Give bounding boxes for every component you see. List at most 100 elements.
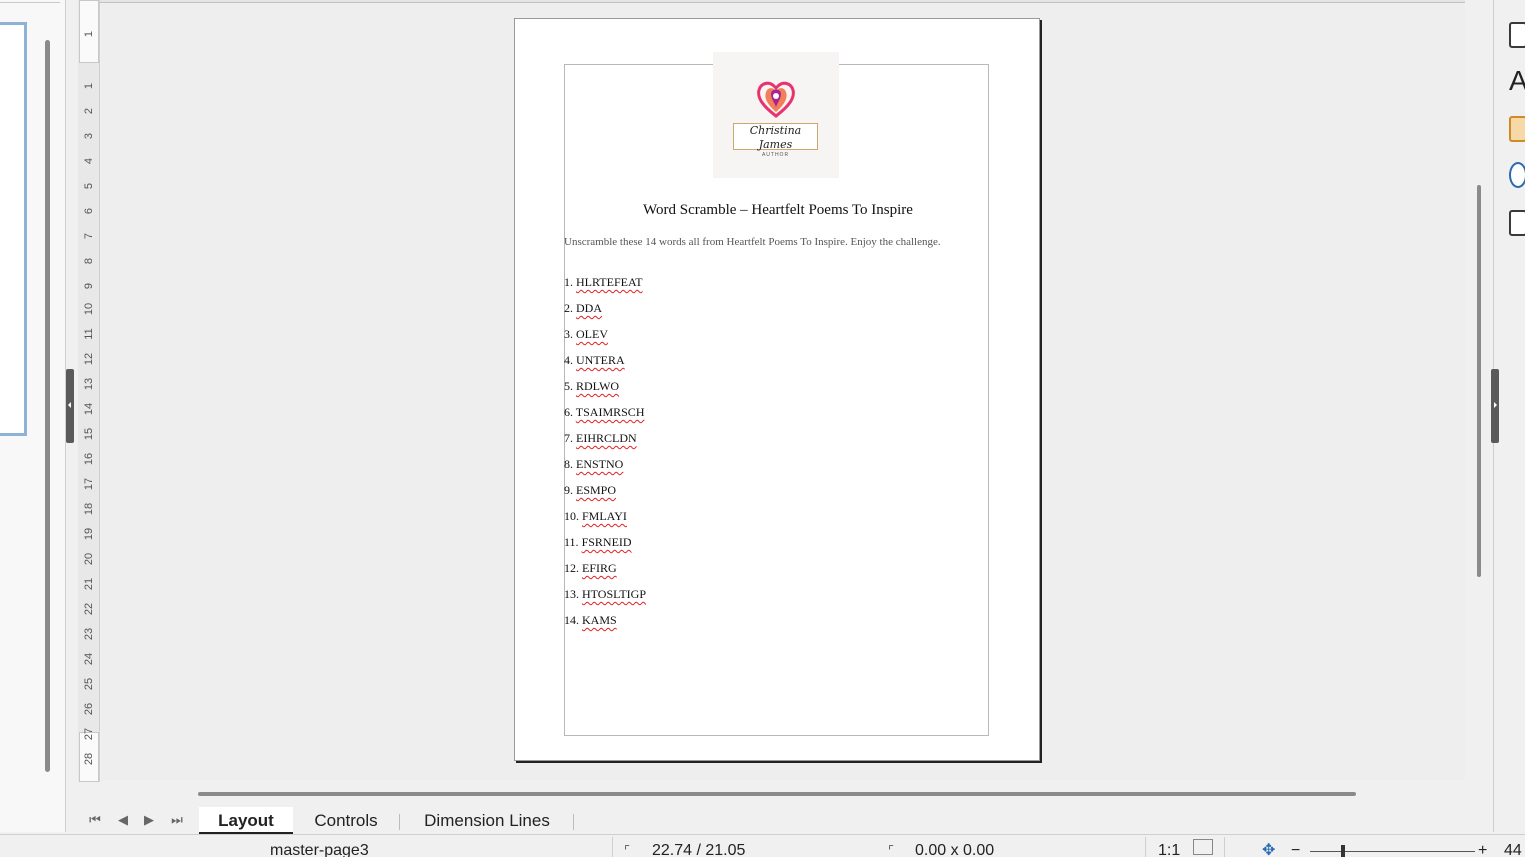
ruler-label: 1 — [83, 82, 95, 90]
document-subtitle[interactable]: Unscramble these 14 words all from Heart… — [564, 236, 941, 248]
word-item[interactable]: 10. FMLAYI — [564, 509, 646, 535]
ruler-label: 25 — [83, 677, 95, 691]
next-tab-icon[interactable]: ▶ — [142, 812, 156, 828]
scrambled-word: KAMS — [582, 613, 617, 627]
word-number: 8. — [564, 457, 573, 471]
word-number: 9. — [564, 483, 573, 497]
ruler-label: 16 — [83, 452, 95, 466]
fit-page-icon[interactable]: ✥ — [1262, 842, 1275, 857]
word-number: 3. — [564, 327, 573, 341]
status-separator — [612, 837, 613, 857]
document-title[interactable]: Word Scramble – Heartfelt Poems To Inspi… — [515, 202, 1041, 219]
status-separator — [1145, 837, 1146, 857]
word-item[interactable]: 9. ESMPO — [564, 483, 646, 509]
zoom-slider-track[interactable] — [1310, 851, 1475, 852]
canvas-horizontal-scrollbar[interactable] — [198, 792, 1356, 796]
scrambled-word: TSAIMRSCH — [575, 405, 645, 419]
zoom-out-icon[interactable]: − — [1291, 842, 1300, 857]
ruler-label: 22 — [83, 602, 95, 616]
scrambled-word: UNTERA — [576, 353, 625, 367]
ruler-label: 7 — [83, 232, 95, 240]
ruler-label: 6 — [83, 207, 95, 215]
tab-dimension-lines[interactable]: Dimension Lines — [412, 807, 562, 835]
horizontal-ruler[interactable] — [100, 0, 1465, 3]
scrambled-word: ENSTNO — [576, 457, 624, 471]
slide-thumbnail[interactable] — [0, 22, 27, 436]
scrambled-word: ESMPO — [576, 483, 617, 497]
ruler-label: 15 — [83, 427, 95, 441]
word-number: 6. — [564, 405, 573, 419]
author-logo[interactable]: Christina James AUTHOR — [713, 52, 839, 178]
tab-layout[interactable]: Layout — [199, 807, 293, 835]
properties-icon[interactable] — [1509, 22, 1525, 48]
zoom-slider-thumb[interactable] — [1341, 845, 1345, 857]
document-page[interactable]: Christina James AUTHOR Word Scramble – H… — [514, 18, 1040, 761]
ruler-label: 10 — [83, 302, 95, 316]
word-item[interactable]: 4. UNTERA — [564, 353, 646, 379]
word-item[interactable]: 11. FSRNEID — [564, 535, 646, 561]
document-modified-icon[interactable] — [1193, 839, 1213, 855]
word-item[interactable]: 13. HTOSLTIGP — [564, 587, 646, 613]
ruler-label: 19 — [83, 527, 95, 541]
canvas-vertical-scrollbar[interactable] — [1477, 185, 1481, 577]
ruler-label: 21 — [83, 577, 95, 591]
word-number: 14. — [564, 613, 579, 627]
ruler-label: 28 — [83, 752, 95, 766]
word-item[interactable]: 8. ENSTNO — [564, 457, 646, 483]
pane-header-line — [0, 0, 60, 3]
word-item[interactable]: 2. DDA — [564, 301, 646, 327]
master-page-name[interactable]: master-page3 — [270, 842, 369, 857]
word-number: 11. — [564, 535, 579, 549]
word-number: 12. — [564, 561, 579, 575]
ruler-label: 1 — [83, 30, 95, 38]
word-item[interactable]: 6. TSAIMRSCH — [564, 405, 646, 431]
scrambled-word: HLRTEFEAT — [576, 275, 643, 289]
tab-separator — [573, 814, 574, 830]
scrambled-word: HTOSLTIGP — [582, 587, 647, 601]
word-number: 7. — [564, 431, 573, 445]
styles-icon[interactable]: A — [1509, 67, 1525, 95]
slide-pane-scrollbar[interactable] — [45, 40, 50, 772]
scrambled-word: RDLWO — [576, 379, 620, 393]
collapse-right-pane-button[interactable] — [1491, 369, 1499, 443]
word-item[interactable]: 12. EFIRG — [564, 561, 646, 587]
ruler-label: 8 — [83, 257, 95, 265]
ruler-label: 26 — [83, 702, 95, 716]
word-number: 1. — [564, 275, 573, 289]
ruler-label: 23 — [83, 627, 95, 641]
word-item[interactable]: 3. OLEV — [564, 327, 646, 353]
logo-plate: Christina James AUTHOR — [733, 123, 818, 158]
gallery-icon[interactable] — [1509, 116, 1525, 142]
word-item[interactable]: 5. RDLWO — [564, 379, 646, 405]
word-item[interactable]: 1. HLRTEFEAT — [564, 275, 646, 301]
word-number: 5. — [564, 379, 573, 393]
scale-ratio[interactable]: 1:1 — [1158, 842, 1180, 857]
status-bar: master-page3 ⌜ 22.74 / 21.05 ⌜ 0.00 x 0.… — [0, 834, 1525, 857]
zoom-level[interactable]: 44 — [1504, 842, 1522, 857]
word-number: 2. — [564, 301, 573, 315]
word-number: 4. — [564, 353, 573, 367]
tab-controls[interactable]: Controls — [300, 807, 392, 835]
object-size: 0.00 x 0.00 — [915, 842, 995, 857]
scrambled-word: EFIRG — [582, 561, 617, 575]
scrambled-word: OLEV — [576, 327, 608, 341]
ruler-label: 4 — [83, 157, 95, 165]
collapse-left-pane-button[interactable] — [66, 369, 74, 443]
vertical-ruler[interactable]: 1 1 2 3 4 5 6 7 8 9 10 11 12 13 14 15 16… — [78, 0, 100, 782]
layer-tab-bar: ⏮ ◀ ▶ ⏭ Layout Controls Dimension Lines — [66, 804, 1466, 835]
previous-tab-icon[interactable]: ◀ — [116, 812, 130, 828]
word-list[interactable]: 1. HLRTEFEAT 2. DDA 3. OLEV 4. UNTERA 5.… — [564, 275, 646, 639]
ruler-label: 5 — [83, 182, 95, 190]
size-icon: ⌜ — [888, 843, 895, 857]
shapes-icon[interactable] — [1509, 210, 1525, 236]
scrambled-word: FSRNEID — [581, 535, 632, 549]
first-tab-icon[interactable]: ⏮ — [88, 812, 102, 828]
last-tab-icon[interactable]: ⏭ — [170, 812, 184, 828]
navigator-icon[interactable] — [1509, 162, 1525, 188]
word-number: 13. — [564, 587, 579, 601]
word-item[interactable]: 14. KAMS — [564, 613, 646, 639]
status-separator — [1224, 837, 1225, 857]
zoom-in-icon[interactable]: + — [1478, 842, 1487, 857]
ruler-label: 11 — [83, 328, 95, 340]
word-item[interactable]: 7. EIHRCLDN — [564, 431, 646, 457]
